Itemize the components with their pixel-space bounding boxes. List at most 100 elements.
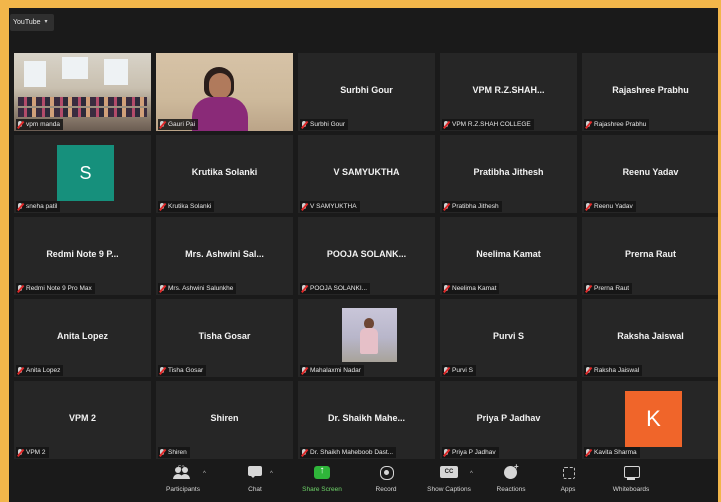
participant-tile[interactable]: POOJA SOLANK... POOJA SOLANKI... (298, 217, 435, 295)
participant-label: Redmi Note 9 Pro Max (16, 283, 95, 294)
participant-label: Mrs. Ashwini Salunkhe (158, 283, 237, 294)
participant-label: sneha patil (16, 201, 61, 212)
participant-tile[interactable]: Shiren Shiren (156, 381, 293, 459)
participant-label-text: VPM R.Z.SHAH COLLEGE (452, 121, 531, 128)
participant-name: Reenu Yadav (622, 167, 679, 177)
participant-name: Raksha Jaiswal (617, 331, 684, 341)
participant-label-text: Krutika Solanki (168, 203, 212, 210)
participant-name: Dr. Shaikh Mahe... (327, 413, 406, 423)
muted-mic-icon (443, 366, 449, 375)
view-dropdown[interactable]: YouTube ▾ (10, 14, 54, 31)
meeting-toolbar: 52 ^ Participants ^ Chat Share Screen Re… (9, 459, 718, 502)
avatar: K (625, 391, 682, 447)
participant-label: Pratibha Jithesh (442, 201, 502, 212)
participant-label: Purvi S (442, 365, 476, 376)
reactions-label: Reactions (496, 486, 526, 493)
participant-tile[interactable]: V SAMYUKTHA V SAMYUKTHA (298, 135, 435, 213)
record-button[interactable]: Record (358, 463, 414, 499)
muted-mic-icon (443, 448, 449, 457)
muted-mic-icon (443, 120, 449, 129)
muted-mic-icon (17, 284, 23, 293)
apps-button[interactable]: Apps (540, 463, 596, 499)
chevron-up-icon[interactable]: ^ (270, 471, 273, 477)
muted-mic-icon (585, 202, 591, 211)
participant-name: Redmi Note 9 P... (46, 249, 119, 259)
participant-name: Rajashree Prabhu (612, 85, 689, 95)
whiteboards-label: Whiteboards (612, 486, 650, 493)
participant-tile[interactable]: Reenu Yadav Reenu Yadav (582, 135, 718, 213)
participant-tile[interactable]: Gauri Pai (156, 53, 293, 131)
chevron-up-icon[interactable]: ^ (203, 471, 206, 477)
participant-tile[interactable]: Pratibha Jithesh Pratibha Jithesh (440, 135, 577, 213)
participant-tile[interactable]: vpm manda (14, 53, 151, 131)
muted-mic-icon (159, 202, 165, 211)
participant-label-text: Priya P Jadhav (452, 449, 496, 456)
participant-name: Surbhi Gour (340, 85, 393, 95)
participant-label-text: Prerna Raut (594, 285, 630, 292)
participant-tile[interactable]: Rajashree Prabhu Rajashree Prabhu (582, 53, 718, 131)
chevron-up-icon[interactable]: ^ (470, 471, 473, 477)
participant-tile[interactable]: VPM 2 VPM 2 (14, 381, 151, 459)
participant-label-text: Rajashree Prabhu (594, 121, 647, 128)
participant-tile[interactable]: Krutika Solanki Krutika Solanki (156, 135, 293, 213)
participant-label: V SAMYUKTHA (300, 201, 360, 212)
participant-label: Dr. Shaikh Maheboob Dast... (300, 447, 397, 458)
participant-label: Kavita Sharma (584, 447, 640, 458)
participant-tile[interactable]: Neelima Kamat Neelima Kamat (440, 217, 577, 295)
chat-button[interactable]: ^ Chat (227, 463, 283, 499)
participant-label-text: V SAMYUKTHA (310, 203, 357, 210)
show-captions-button[interactable]: ^ Show Captions (418, 463, 480, 499)
participants-button[interactable]: 52 ^ Participants (153, 463, 213, 499)
participant-label: Prerna Raut (584, 283, 633, 294)
participant-label: Surbhi Gour (300, 119, 349, 130)
muted-mic-icon (159, 448, 165, 457)
participant-tile[interactable]: S sneha patil (14, 135, 151, 213)
participant-name: V SAMYUKTHA (333, 167, 400, 177)
participant-tile[interactable]: Prerna Raut Prerna Raut (582, 217, 718, 295)
participants-count: 52 (178, 466, 185, 472)
participant-label: Gauri Pai (158, 119, 199, 130)
participant-tile[interactable]: Dr. Shaikh Mahe... Dr. Shaikh Maheboob D… (298, 381, 435, 459)
participant-tile[interactable]: K Kavita Sharma (582, 381, 718, 459)
participant-tile[interactable]: Priya P Jadhav Priya P Jadhav (440, 381, 577, 459)
participant-label: Tisha Gosar (158, 365, 207, 376)
whiteboards-button[interactable]: Whiteboards (603, 463, 659, 499)
share-screen-icon (314, 463, 330, 483)
muted-mic-icon (301, 120, 307, 129)
avatar: S (57, 145, 114, 201)
participant-name: Mrs. Ashwini Sal... (185, 249, 264, 259)
participants-label: Participants (166, 486, 200, 493)
muted-mic-icon (159, 284, 165, 293)
muted-mic-icon (159, 120, 165, 129)
chat-icon (247, 463, 263, 483)
participant-label-text: Gauri Pai (168, 121, 196, 128)
record-icon (379, 463, 394, 483)
participant-tile[interactable]: Redmi Note 9 P... Redmi Note 9 Pro Max (14, 217, 151, 295)
reactions-icon (503, 462, 519, 483)
participant-name: Priya P Jadhav (476, 413, 541, 423)
participant-label-text: Reenu Yadav (594, 203, 633, 210)
participant-tile[interactable]: VPM R.Z.SHAH... VPM R.Z.SHAH COLLEGE (440, 53, 577, 131)
muted-mic-icon (17, 202, 23, 211)
participant-tile[interactable]: Mrs. Ashwini Sal... Mrs. Ashwini Salunkh… (156, 217, 293, 295)
chat-label: Chat (248, 486, 262, 493)
participant-tile[interactable]: Surbhi Gour Surbhi Gour (298, 53, 435, 131)
participant-name: Shiren (210, 413, 239, 423)
participant-label: POOJA SOLANKI... (300, 283, 371, 294)
share-screen-button[interactable]: Share Screen (294, 463, 350, 499)
apps-icon (561, 463, 575, 483)
participant-label-text: Tisha Gosar (168, 367, 204, 374)
participant-label: VPM 2 (16, 447, 49, 458)
participant-label: Krutika Solanki (158, 201, 215, 212)
participant-tile[interactable]: Raksha Jaiswal Raksha Jaiswal (582, 299, 718, 377)
participant-tile[interactable]: Tisha Gosar Tisha Gosar (156, 299, 293, 377)
reactions-button[interactable]: Reactions (483, 462, 539, 499)
participant-tile[interactable]: Purvi S Purvi S (440, 299, 577, 377)
participant-label-text: Anita Lopez (26, 367, 61, 374)
participant-tile[interactable]: Mahalaxmi Nadar (298, 299, 435, 377)
participant-tile[interactable]: Anita Lopez Anita Lopez (14, 299, 151, 377)
participant-label: Shiren (158, 447, 190, 458)
participant-name: Neelima Kamat (476, 249, 541, 259)
apps-label: Apps (560, 486, 576, 493)
participant-label-text: Redmi Note 9 Pro Max (26, 285, 92, 292)
